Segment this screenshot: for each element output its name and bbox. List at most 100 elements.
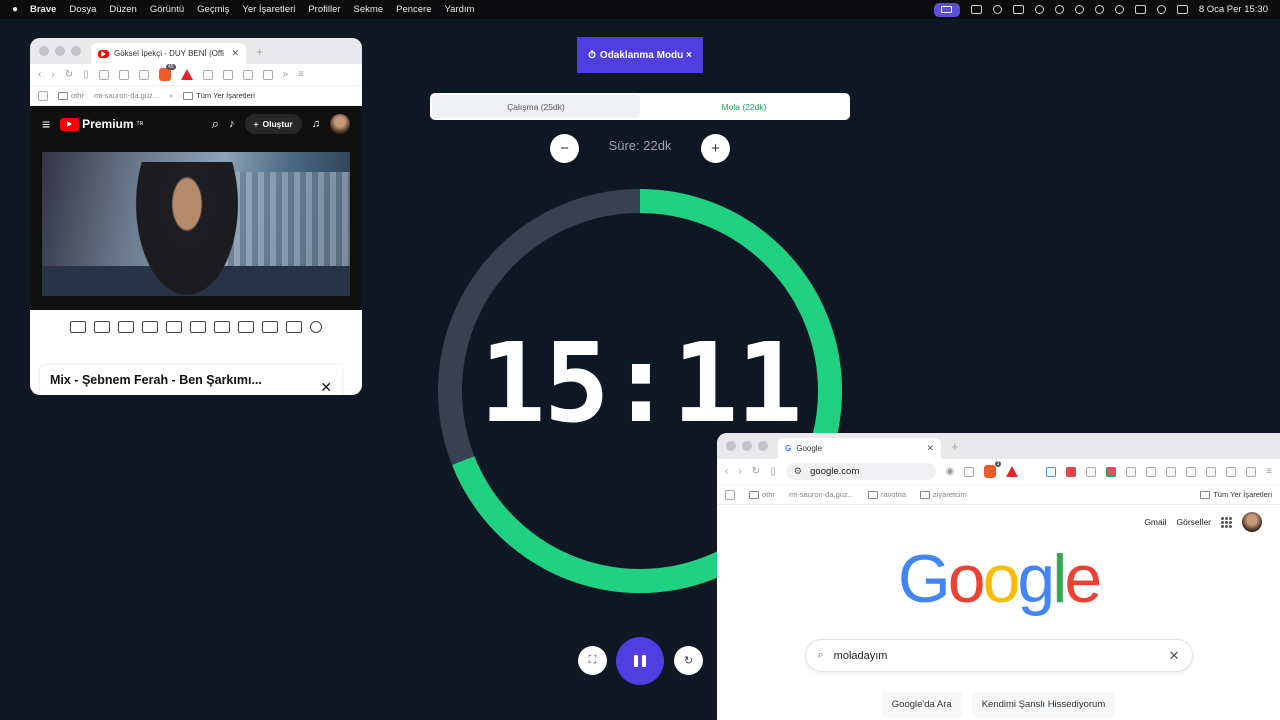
bookmark-mt-sauron[interactable]: mt-sauron-da.guz...: [94, 91, 159, 100]
more-icon[interactable]: »: [283, 69, 289, 80]
increase-duration-button[interactable]: +: [701, 134, 730, 163]
google-search-button[interactable]: Google'da Ara: [881, 692, 962, 717]
bookmark-icon[interactable]: ▯: [83, 69, 89, 80]
bookmark-icon[interactable]: ▯: [770, 466, 776, 477]
reload-icon[interactable]: ↻: [752, 466, 760, 477]
reset-button[interactable]: ↻: [674, 646, 703, 675]
brave-rewards-icon[interactable]: [1006, 466, 1019, 477]
zoom-window-icon[interactable]: [71, 46, 81, 56]
brave-rewards-icon[interactable]: [180, 69, 193, 80]
menu-app-name[interactable]: Brave: [30, 4, 56, 15]
tab-work[interactable]: Çalışma (25dk): [432, 95, 640, 118]
gear-icon[interactable]: [310, 321, 322, 333]
browser-tab[interactable]: G Google ✕: [778, 438, 941, 459]
audio-icon[interactable]: [118, 321, 134, 333]
apple-menu-icon[interactable]: ●: [0, 4, 30, 15]
video-frame[interactable]: [42, 152, 350, 296]
notifications-bell-icon[interactable]: ♫: [312, 118, 320, 130]
reader-icon[interactable]: [1166, 466, 1177, 477]
speed-icon[interactable]: [238, 321, 254, 333]
menu-help[interactable]: Yardım: [445, 4, 475, 15]
leo-icon[interactable]: [262, 69, 273, 80]
youtube-logo[interactable]: Premium TR: [60, 117, 143, 131]
bookmark-overflow[interactable]: »: [169, 91, 173, 100]
close-window-icon[interactable]: [726, 441, 736, 451]
mix-card[interactable]: Mix - Şebnem Ferah - Ben Şarkımı... ✕: [40, 365, 342, 395]
search-input[interactable]: moladayım: [834, 650, 1159, 662]
menu-tab[interactable]: Sekme: [354, 4, 384, 15]
hamburger-icon[interactable]: ≡: [42, 116, 50, 132]
browser-tab[interactable]: Göksel İpekçi - DUY BENİ (Offi ✕: [91, 43, 246, 64]
feeling-lucky-button[interactable]: Kendimi Şanslı Hissediyorum: [971, 692, 1116, 717]
avatar[interactable]: [1242, 512, 1262, 532]
apps-grid-icon[interactable]: [725, 489, 735, 500]
bookmark-mt-sauron[interactable]: mt-sauron-da.guz...: [789, 490, 854, 499]
theater-icon[interactable]: [214, 321, 230, 333]
play-icon[interactable]: [1156, 5, 1166, 14]
gmail-link[interactable]: Gmail: [1144, 517, 1166, 527]
close-tab-icon[interactable]: ✕: [926, 443, 934, 454]
search-icon[interactable]: [1094, 5, 1104, 14]
extensions-icon[interactable]: [202, 69, 213, 80]
screen-mirror-icon[interactable]: [933, 2, 960, 17]
menu-view[interactable]: Görüntü: [150, 4, 184, 15]
zoom-window-icon[interactable]: [758, 441, 768, 451]
brave-shields-icon[interactable]: 45: [158, 64, 176, 81]
bookmark-othr[interactable]: othr: [749, 490, 775, 499]
location-icon[interactable]: ◉: [946, 466, 955, 477]
display-icon[interactable]: [1134, 5, 1146, 14]
menu-profiles[interactable]: Profiller: [308, 4, 340, 15]
create-button[interactable]: + Oluştur: [244, 114, 302, 134]
battery-icon[interactable]: [1012, 5, 1024, 14]
utensils-icon[interactable]: [970, 5, 982, 14]
share-icon[interactable]: [138, 69, 149, 80]
bookmark-ravotna[interactable]: ravotna: [867, 490, 906, 499]
share-icon[interactable]: [964, 466, 975, 477]
add-icon[interactable]: [262, 321, 278, 333]
brave-shields-icon[interactable]: 3: [984, 461, 1002, 478]
decrease-duration-button[interactable]: −: [550, 134, 579, 163]
camera-icon[interactable]: [1126, 466, 1137, 477]
video-player[interactable]: [30, 142, 362, 310]
clear-search-icon[interactable]: ✕: [1169, 648, 1180, 664]
music-icon[interactable]: [1186, 466, 1197, 477]
all-bookmarks[interactable]: Tüm Yer İşaretleri: [1200, 490, 1272, 499]
avatar[interactable]: [330, 114, 350, 134]
leo-icon[interactable]: [1246, 466, 1257, 477]
minimize-window-icon[interactable]: [742, 441, 752, 451]
menu-clock[interactable]: 8 Oca Per 15:30: [1199, 4, 1268, 15]
brightness-icon[interactable]: [1114, 5, 1124, 14]
menu-edit[interactable]: Düzen: [109, 4, 136, 15]
close-icon[interactable]: ✕: [320, 379, 332, 395]
sort-icon[interactable]: [94, 321, 110, 333]
new-tab-icon[interactable]: +: [951, 439, 959, 454]
close-window-icon[interactable]: [39, 46, 49, 56]
minimize-window-icon[interactable]: [55, 46, 65, 56]
wallet-icon[interactable]: [1226, 466, 1237, 477]
camera-icon[interactable]: [286, 321, 302, 333]
site-settings-icon[interactable]: [98, 69, 109, 80]
site-settings-icon[interactable]: ⚙: [794, 466, 803, 477]
back-icon[interactable]: ‹: [38, 69, 41, 80]
bookmark-othr[interactable]: othr: [58, 91, 84, 100]
eye-icon[interactable]: [142, 321, 158, 333]
picture-in-picture-icon[interactable]: [190, 321, 206, 333]
address-bar[interactable]: ⚙ google.com: [785, 463, 936, 480]
tag-icon[interactable]: [1106, 466, 1117, 477]
tab-break[interactable]: Mola (22dk): [640, 95, 848, 118]
forward-icon[interactable]: ›: [738, 466, 741, 477]
close-tab-icon[interactable]: ✕: [231, 48, 239, 59]
back-icon[interactable]: ‹: [725, 466, 728, 477]
google-apps-icon[interactable]: [1221, 516, 1232, 528]
microphone-icon[interactable]: ♪: [229, 118, 235, 130]
fullscreen-button[interactable]: ⛶: [578, 646, 607, 675]
control-center-icon[interactable]: [1176, 5, 1188, 14]
pen-icon[interactable]: [1066, 466, 1077, 477]
bookmark-ziyaretcim[interactable]: ziyaretcim: [920, 490, 967, 499]
loop-icon[interactable]: [70, 321, 86, 333]
reload-icon[interactable]: ↻: [65, 69, 73, 80]
sidebar-icon[interactable]: [1206, 466, 1217, 477]
menu-file[interactable]: Dosya: [69, 4, 96, 15]
focus-icon[interactable]: [992, 5, 1002, 14]
menu-icon[interactable]: ≡: [298, 69, 304, 80]
